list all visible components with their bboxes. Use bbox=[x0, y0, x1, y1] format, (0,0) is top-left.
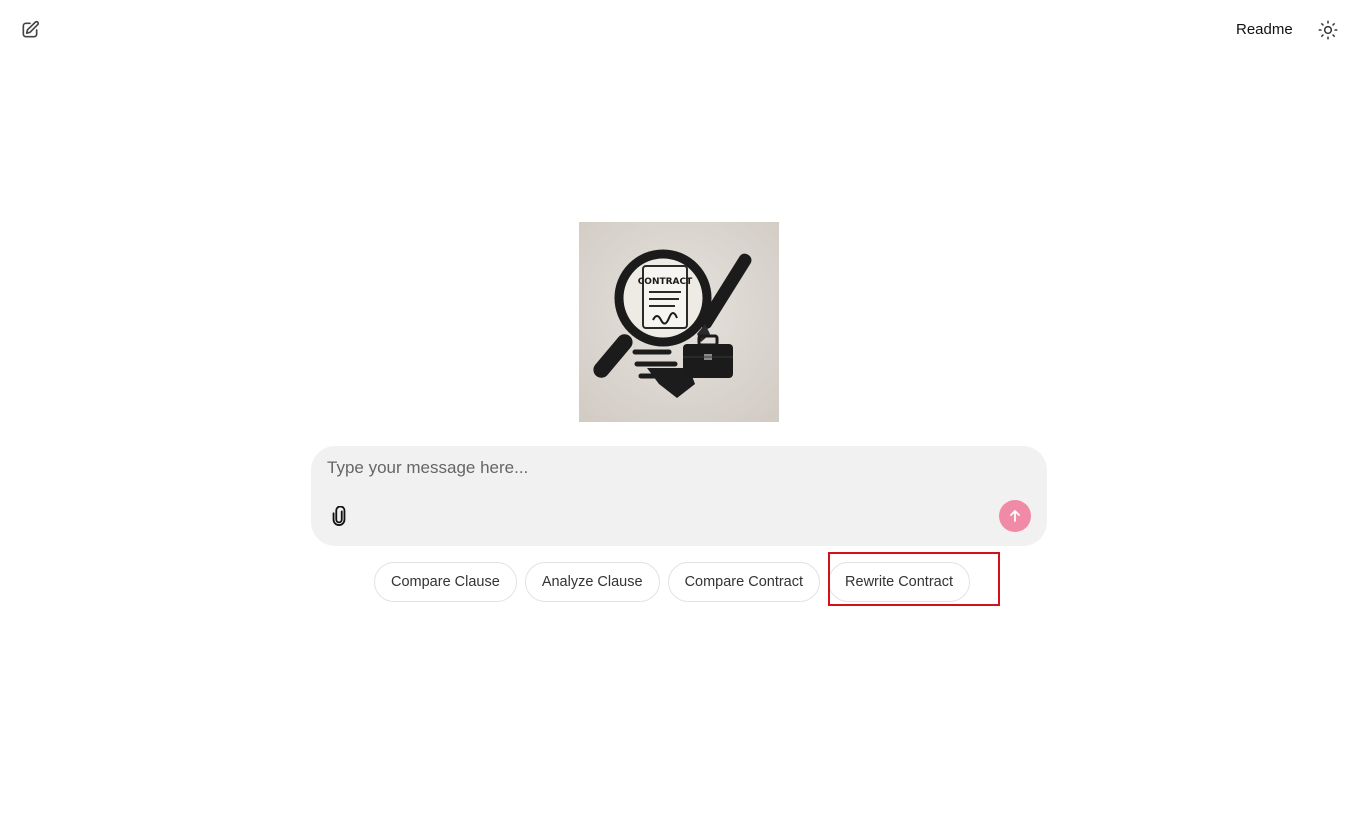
readme-link[interactable]: Readme bbox=[1228, 18, 1301, 42]
logo-contract-text: CONTRACT bbox=[638, 277, 693, 287]
paperclip-icon bbox=[332, 506, 346, 526]
suggestion-compare-clause[interactable]: Compare Clause bbox=[374, 562, 517, 602]
suggestion-chips: Compare Clause Analyze Clause Compare Co… bbox=[374, 562, 971, 602]
arrow-up-icon bbox=[1010, 510, 1020, 522]
message-input[interactable] bbox=[327, 458, 1007, 488]
edit-square-icon bbox=[22, 20, 40, 38]
suggestion-analyze-clause[interactable]: Analyze Clause bbox=[524, 562, 660, 602]
send-button[interactable] bbox=[999, 500, 1031, 532]
sun-icon bbox=[1318, 20, 1338, 40]
contract-logo-image: CONTRACT bbox=[579, 222, 779, 422]
message-composer bbox=[311, 446, 1047, 546]
new-chat-button[interactable] bbox=[16, 16, 44, 44]
theme-toggle-button[interactable] bbox=[1314, 16, 1342, 44]
attach-button[interactable] bbox=[327, 503, 351, 529]
chat-home-page: Readme CONTRACT Type your message here..… bbox=[0, 0, 1358, 839]
suggestion-compare-contract[interactable]: Compare Contract bbox=[667, 562, 821, 602]
suggestion-rewrite-contract[interactable]: Rewrite Contract bbox=[828, 562, 971, 602]
